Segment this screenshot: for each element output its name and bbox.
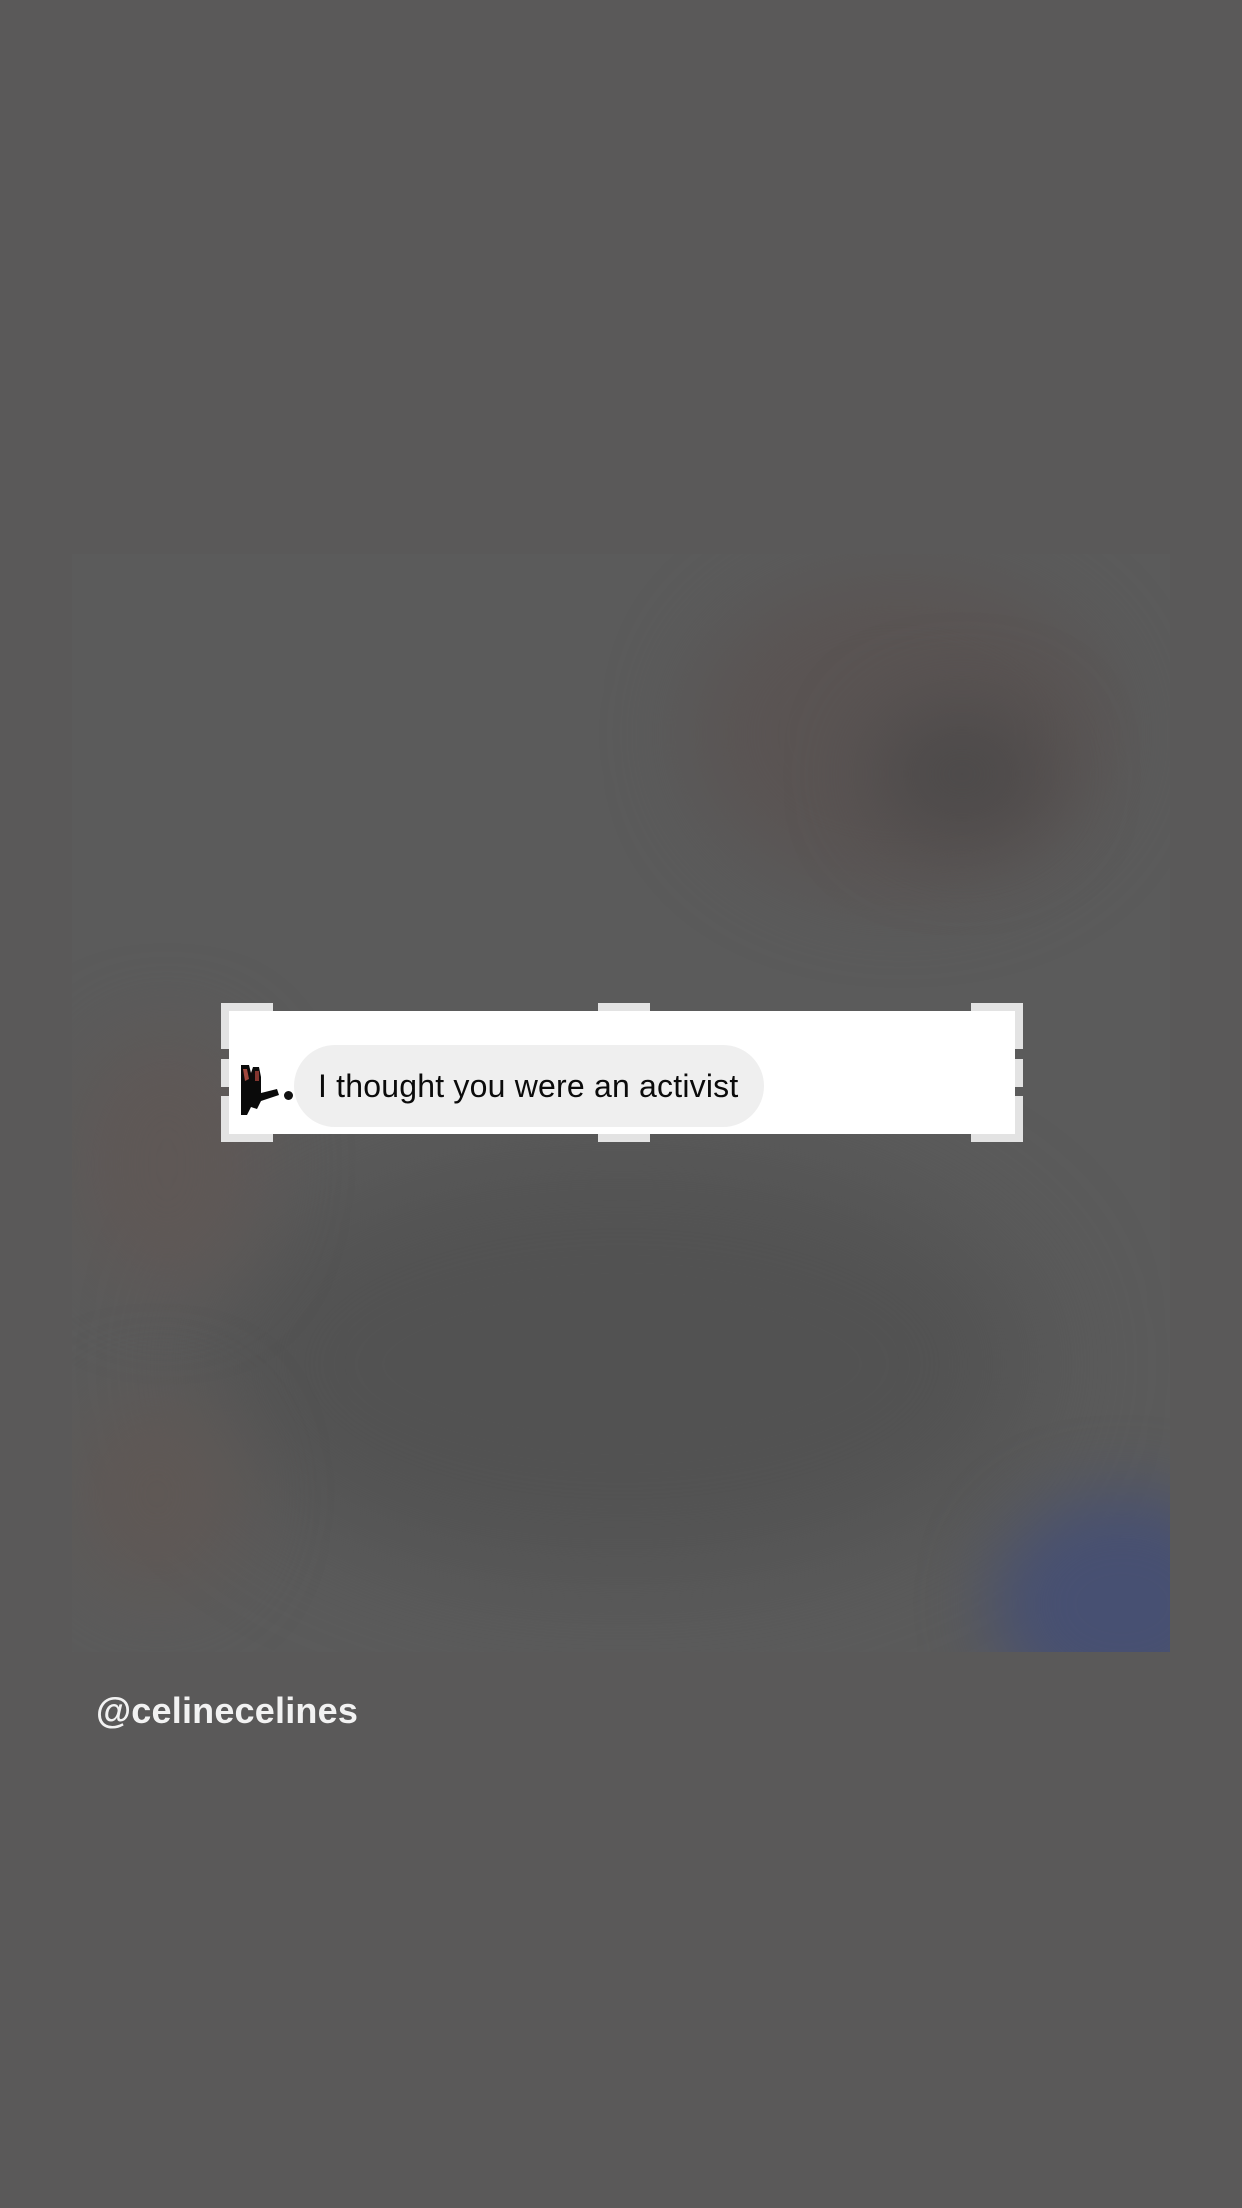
message-screenshot-sticker[interactable]: I thought you were an activist [221,1003,1023,1142]
crop-handle-top-right[interactable] [1015,1003,1023,1049]
blur-region [992,1494,1170,1652]
crop-handle-middle-right[interactable] [1015,1059,1023,1087]
crop-handle-top-middle[interactable] [598,1003,650,1011]
crop-handle-top-left[interactable] [221,1003,229,1049]
crop-handle-middle-left[interactable] [221,1059,229,1087]
story-screen: I thought you were an activist @celinece… [0,0,1242,2208]
blur-region [72,1394,242,1594]
message-card: I thought you were an activist [229,1011,1015,1134]
blur-region [212,1154,1032,1574]
username-caption[interactable]: @celinecelines [96,1690,358,1732]
crop-handle-bottom-middle[interactable] [598,1134,650,1142]
crop-handle-bottom-left[interactable] [221,1096,229,1142]
message-bubble: I thought you were an activist [294,1045,765,1127]
dot-icon [284,1091,293,1100]
crop-handle-bottom-right[interactable] [1015,1096,1023,1142]
redacted-avatar-icon [239,1063,279,1135]
blur-region [872,704,1052,844]
